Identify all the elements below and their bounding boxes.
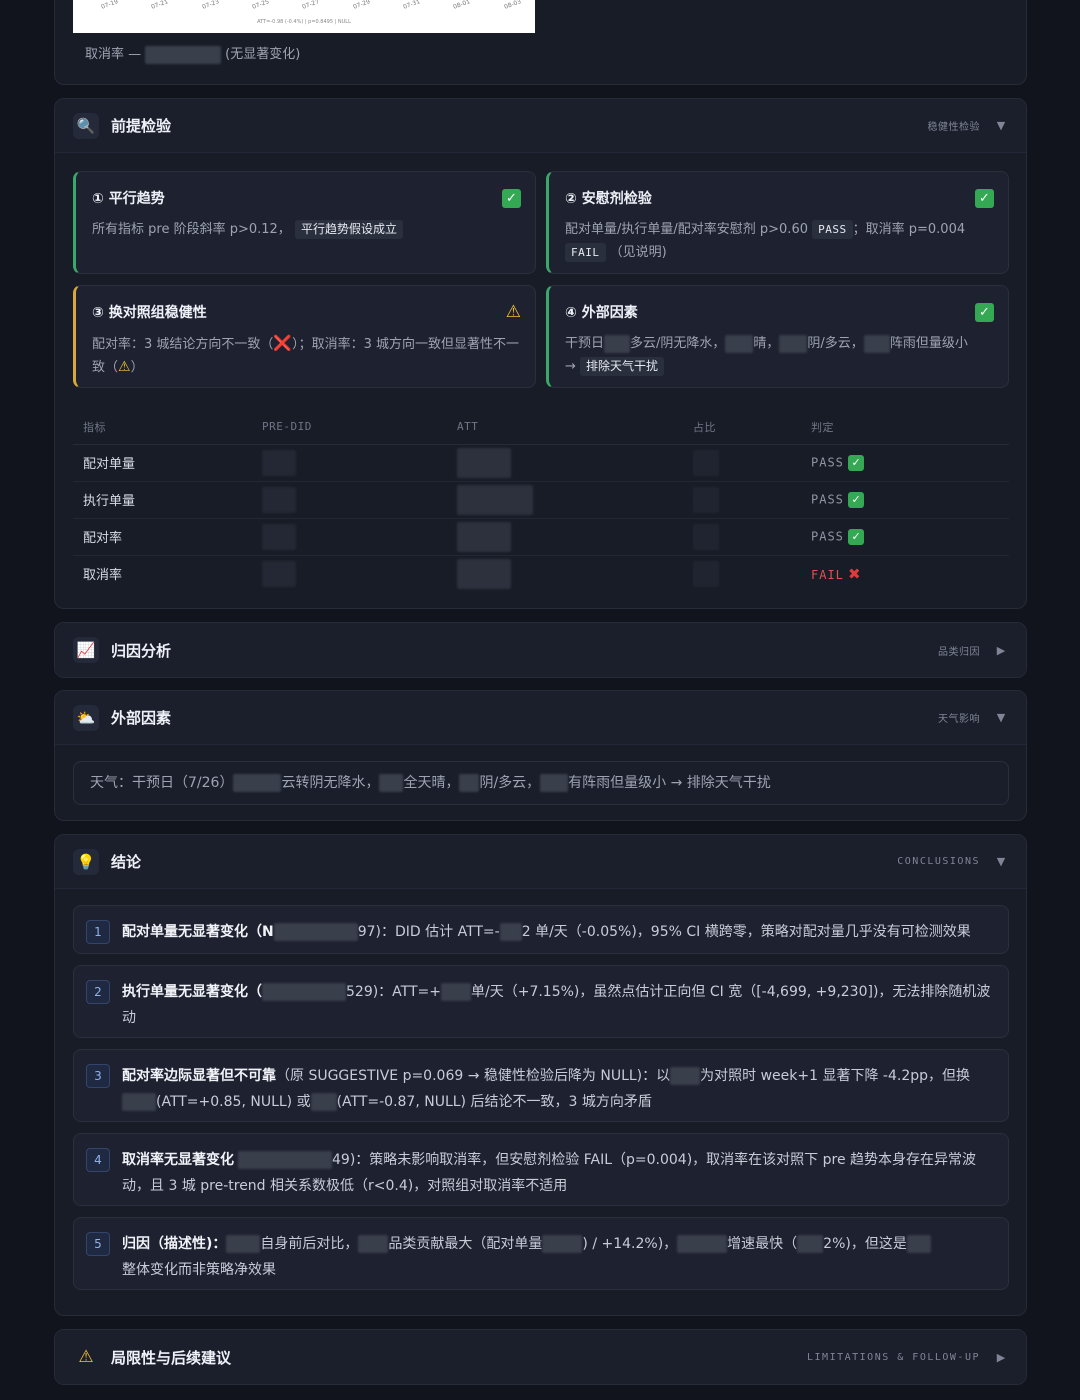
conclusion-item: 3 配对率边际显著但不可靠（原 SUGGESTIVE p=0.069 → 稳健性… — [73, 1049, 1009, 1122]
table-row: 配对率 PASS ✓ — [73, 518, 1009, 556]
conclusion-item: 4 取消率无显著变化 49)：策略未影响取消率，但安慰剂检验 FAIL（p=0.0… — [73, 1133, 1009, 1206]
x-tick-label: 08-03 — [502, 0, 522, 11]
chevron-down-icon[interactable]: ▼ — [994, 119, 1008, 132]
table-row: 执行单量 PASS ✓ — [73, 481, 1009, 519]
premise-panel-header[interactable]: 🔍 前提检验 稳健性检验 ▼ — [55, 99, 1026, 153]
status-badge: 平行趋势假设成立 — [294, 220, 403, 239]
panel-title: 结论 — [111, 853, 142, 871]
limitations-panel: ⚠ 局限性与后续建议 LIMITATIONS & FOLLOW-UP ▶ — [54, 1329, 1027, 1385]
chevron-right-icon[interactable]: ▶ — [994, 1351, 1008, 1364]
x-tick-label: 07-23 — [200, 0, 220, 11]
check-icon: ✓ — [975, 302, 994, 322]
warning-icon: ⚠ — [78, 1347, 94, 1367]
chevron-down-icon[interactable]: ▼ — [994, 711, 1008, 724]
warning-icon: ⚠ — [118, 359, 131, 375]
check-icon: ✓ — [848, 491, 865, 508]
parallel-trend-card: ① 平行趋势 ✓ 所有指标 pre 阶段斜率 p>0.12， 平行趋势假设成立 — [73, 171, 536, 274]
chart-footnote: ATT=-0.98 (-0.4%) | p=0.8495 | NULL — [257, 19, 351, 25]
cross-icon: ❌ — [273, 334, 293, 352]
cancel-rate-chart: 07-19 07-21 07-23 07-25 07-27 07-29 07-31 08-01… — [73, 0, 535, 33]
panel-title: 归因分析 — [111, 641, 172, 660]
check-icon: ✓ — [848, 454, 865, 471]
panel-tag: 稳健性检验 — [927, 122, 980, 133]
attribution-panel: 📈 归因分析 品类归因 ▶ — [54, 622, 1027, 678]
attribution-panel-header[interactable]: 📈 归因分析 品类归因 ▶ — [55, 623, 1026, 677]
weather-summary: 天气：干预日（7/26） 云转阴无降水， 全天晴， 阴/多云， 有阵雨但量级小 → 排除… — [73, 761, 1009, 805]
conclusions-panel-header[interactable]: 💡 结论 CONCLUSIONS ▼ — [55, 835, 1026, 889]
did-result-panel: 07-19 07-21 07-23 07-25 07-27 07-29 07-31 08-01… — [54, 0, 1027, 85]
chart-icon: 📈 — [73, 637, 99, 663]
redacted-value — [145, 45, 222, 64]
pass-badge: PASS — [812, 220, 853, 239]
panel-tag: 天气影响 — [938, 714, 980, 725]
external-panel-header[interactable]: ⛅ 外部因素 天气影响 ▼ — [55, 691, 1026, 745]
panel-title: 外部因素 — [111, 709, 172, 727]
chart-x-axis: 07-19 07-21 07-23 07-25 07-27 07-29 07-31 08-01… — [100, 0, 522, 11]
panel-tag: CONCLUSIONS — [897, 856, 980, 867]
conclusion-item: 1 配对单量无显著变化（N 97)：DID 估计 ATT=- 2 单/天（-0.05… — [73, 905, 1009, 954]
external-factor-card: ④ 外部因素 ✓ 干预日 多云/阴无降水， 晴， 阴/多云， 阵雨但量级小 → 排除天气干扰 — [546, 285, 1009, 388]
limitations-panel-header[interactable]: ⚠ 局限性与后续建议 LIMITATIONS & FOLLOW-UP ▶ — [55, 1330, 1026, 1384]
x-tick-label: 07-25 — [251, 0, 271, 11]
x-tick-label: 07-31 — [402, 0, 421, 11]
panel-tag: LIMITATIONS & FOLLOW-UP — [807, 1351, 980, 1363]
panel-title: 前提检验 — [111, 117, 172, 135]
premise-check-panel: 🔍 前提检验 稳健性检验 ▼ ① 平行趋势 ✓ 所有指标 pre 阶段斜率 p>0… — [54, 98, 1027, 609]
chevron-right-icon[interactable]: ▶ — [994, 644, 1008, 657]
x-tick-label: 08-01 — [452, 0, 472, 11]
conclusion-item: 2 执行单量无显著变化（ 529)：ATT=+ 单/天（+7.15%)，虽然点估计正… — [73, 965, 1009, 1038]
warning-icon: ⚠ — [505, 302, 521, 322]
panel-tag: 品类归因 — [938, 646, 980, 658]
check-table: 指标 PRE-DID ATT 占比 判定 配对单量 PASS ✓ 执行单量 PA… — [73, 410, 1009, 592]
x-tick-label: 07-29 — [351, 0, 371, 11]
magnifier-icon: 🔍 — [73, 112, 99, 139]
lightbulb-icon: 💡 — [73, 848, 99, 875]
table-row: 取消率 FAIL ✖ — [73, 555, 1009, 592]
cross-icon: ✖ — [848, 564, 861, 583]
table-row: 配对单量 PASS ✓ — [73, 444, 1009, 482]
check-icon: ✓ — [975, 188, 994, 208]
x-tick-label: 07-27 — [301, 0, 321, 11]
check-icon: ✓ — [848, 528, 865, 545]
x-tick-label: 07-21 — [150, 0, 170, 11]
panel-title: 局限性与后续建议 — [111, 1348, 232, 1367]
conclusion-item: 5 归因（描述性)： 自身前后对比， 品类贡献最大（配对单量) / +14.2%)，… — [73, 1217, 1009, 1290]
weather-icon: ⛅ — [73, 704, 99, 731]
x-tick-label: 07-19 — [100, 0, 120, 11]
fail-badge: FAIL — [565, 243, 606, 262]
chart-caption: 取消率 — (无显著变化) — [85, 45, 301, 64]
external-factor-panel: ⛅ 外部因素 天气影响 ▼ 天气：干预日（7/26） 云转阴无降水， 全天晴， 阴/多… — [54, 690, 1027, 821]
placebo-test-card: ② 安慰剂检验 ✓ 配对单量/执行单量/配对率安慰剂 p>0.60 PASS ；取消… — [546, 171, 1009, 274]
robustness-card: ③ 换对照组稳健性 ⚠ 配对率：3 城结论方向不一致（❌）；取消率：3 城方向一致… — [73, 285, 536, 388]
conclusions-panel: 💡 结论 CONCLUSIONS ▼ 1 配对单量无显著变化（N 97)：DID … — [54, 834, 1027, 1316]
check-icon: ✓ — [502, 188, 521, 208]
status-badge: 排除天气干扰 — [580, 357, 665, 376]
chevron-down-icon[interactable]: ▼ — [994, 855, 1008, 868]
